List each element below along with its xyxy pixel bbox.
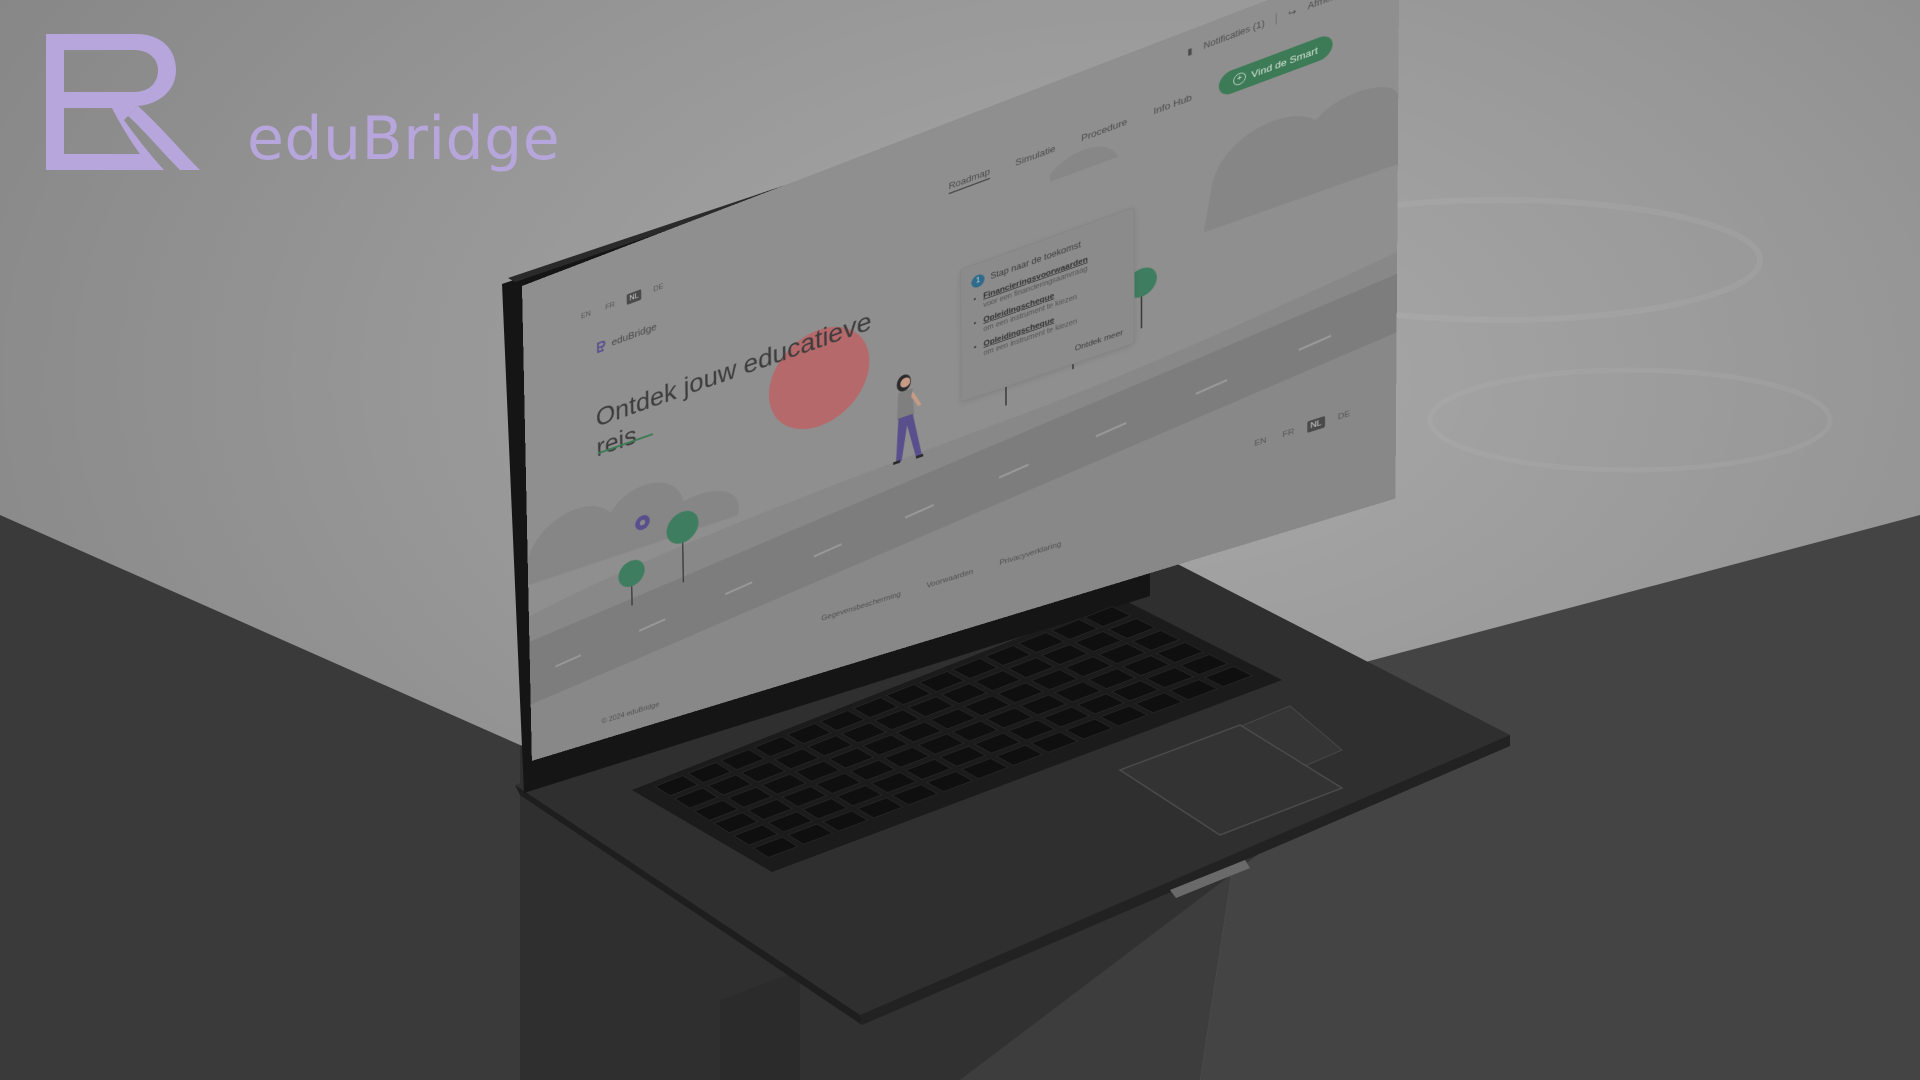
plus-circle-icon: +: [1233, 70, 1246, 88]
divider: [1275, 12, 1277, 25]
bell-icon[interactable]: ▮: [1187, 45, 1192, 57]
brand-mark-icon: [46, 34, 200, 170]
logout-icon[interactable]: ↪: [1288, 6, 1296, 19]
step-number-badge: 1: [971, 272, 985, 290]
brand-name: eduBridge: [247, 104, 561, 174]
walking-person: [893, 372, 924, 466]
brand-logo: eduBridge: [42, 32, 562, 182]
